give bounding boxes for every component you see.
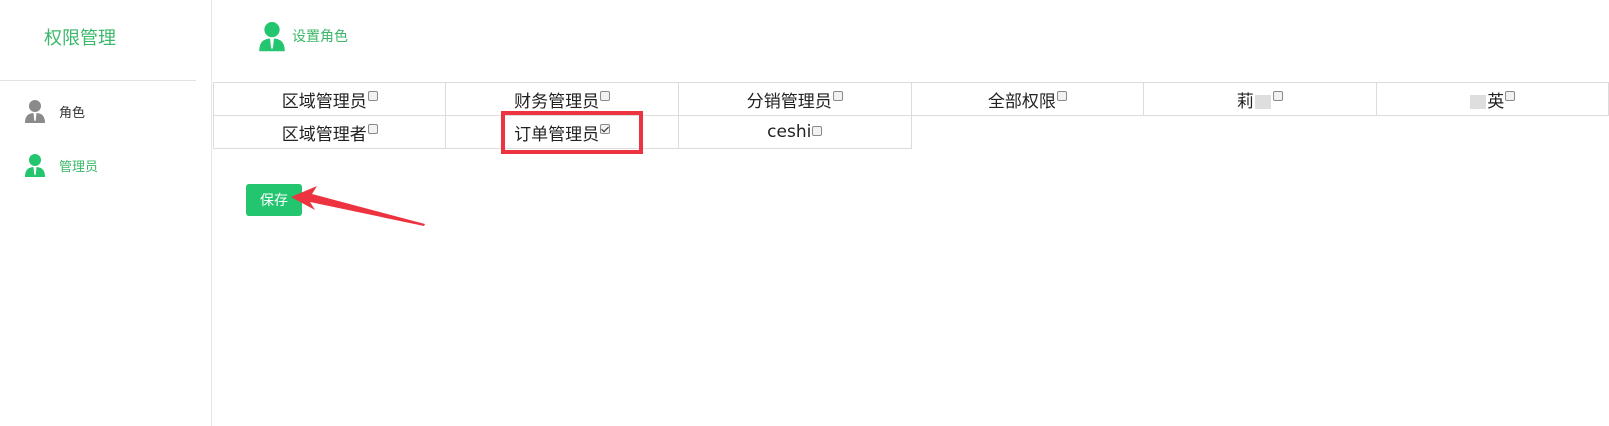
- redacted-text: [1470, 94, 1487, 109]
- role-checkbox[interactable]: [367, 90, 378, 101]
- sidebar-item-label: 管理员: [59, 159, 99, 175]
- sidebar-item-label: 角色: [59, 105, 86, 121]
- role-checkbox[interactable]: [600, 90, 611, 101]
- role-cell: 分销管理员: [677, 82, 912, 116]
- empty-cell: [1144, 116, 1376, 149]
- role-cell: 莉: [1143, 82, 1377, 116]
- user-icon: [24, 153, 46, 177]
- arrow-annotation-icon: [291, 186, 425, 226]
- role-checkbox[interactable]: [1272, 90, 1283, 101]
- sidebar-item-role[interactable]: 角色: [24, 98, 85, 124]
- role-cell: 英: [1375, 82, 1609, 116]
- redacted-text: [1254, 94, 1271, 109]
- role-checkbox[interactable]: [1056, 90, 1067, 101]
- role-cell: 区域管理者: [212, 115, 447, 149]
- role-label: 区域管理员: [281, 91, 367, 112]
- role-label: ceshi: [767, 122, 812, 142]
- sidebar-title: 权限管理: [44, 28, 116, 49]
- role-cell: ceshi: [677, 115, 912, 149]
- roles-table: 区域管理员 财务管理员 分销管理员 全部权限 莉 英 区域管理者 订单管理员 c…: [212, 82, 1609, 149]
- table-row: 区域管理员 财务管理员 分销管理员 全部权限 莉 英: [212, 82, 1609, 116]
- role-label: 全部权限: [987, 91, 1056, 112]
- page-title: 设置角色: [292, 29, 348, 45]
- table-row: 区域管理者 订单管理员 ceshi: [212, 115, 1609, 149]
- role-label: 英: [1487, 91, 1505, 112]
- role-label: 分销管理员: [746, 91, 832, 112]
- empty-cell: [911, 116, 1143, 149]
- role-cell: 区域管理员: [212, 82, 447, 116]
- role-label: 区域管理者: [281, 124, 367, 145]
- role-label: 莉: [1236, 91, 1254, 112]
- sidebar-divider: [0, 80, 196, 81]
- role-checkbox[interactable]: [1505, 90, 1516, 101]
- role-cell: 全部权限: [910, 82, 1145, 116]
- empty-cell: [1376, 116, 1609, 149]
- user-icon: [24, 99, 46, 123]
- role-checkbox[interactable]: [832, 90, 843, 101]
- highlight-annotation: [501, 111, 643, 154]
- role-checkbox[interactable]: [812, 126, 823, 136]
- role-checkbox[interactable]: [367, 123, 378, 134]
- sidebar: 权限管理 角色 管理员: [0, 0, 212, 426]
- user-icon: [258, 20, 286, 52]
- page-header: 设置角色: [258, 20, 348, 52]
- role-label: 财务管理员: [514, 91, 600, 112]
- sidebar-item-admin[interactable]: 管理员: [24, 152, 98, 178]
